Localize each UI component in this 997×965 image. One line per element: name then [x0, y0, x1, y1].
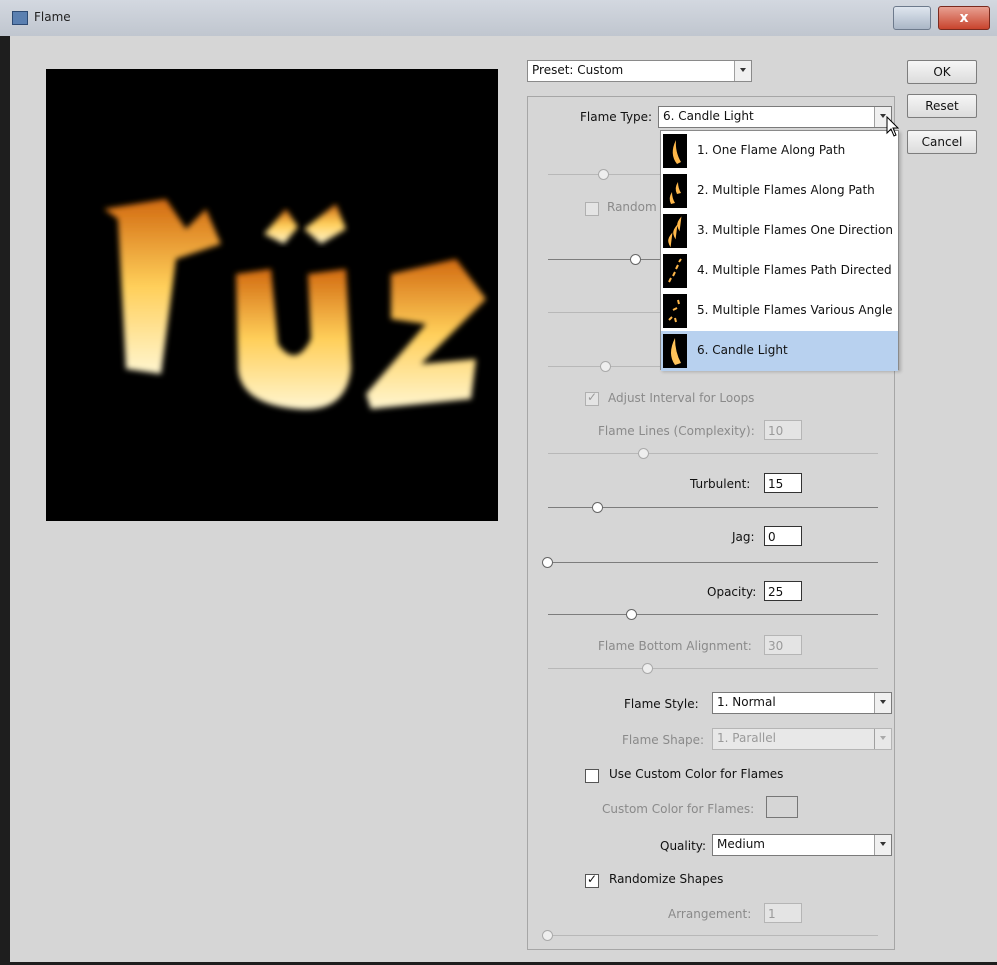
flame-type-value: 6. Candle Light: [663, 109, 754, 123]
flame-dialog: Flame x Preset: Custom OK Reset Cancel F…: [0, 0, 997, 965]
flame-type-dropdown: 1. One Flame Along Path 2. Multiple Flam…: [660, 130, 899, 371]
slider-hidden-4[interactable]: [548, 361, 660, 372]
flame-type-option-5[interactable]: 5. Multiple Flames Various Angle: [661, 291, 898, 331]
randomize-checkbox-partial[interactable]: [585, 202, 599, 216]
flame-bottom-input[interactable]: 30: [764, 635, 802, 655]
flame-type-option-3[interactable]: 3. Multiple Flames One Direction: [661, 211, 898, 251]
flame-lines-label: Flame Lines (Complexity):: [598, 424, 755, 438]
custom-color-field-label: Custom Color for Flames:: [602, 802, 755, 816]
custom-color-label: Use Custom Color for Flames: [609, 767, 784, 781]
flame-type-select[interactable]: 6. Candle Light: [658, 106, 892, 128]
flame-thumbnail-icon: [663, 254, 687, 288]
flame-thumbnail-icon: [663, 134, 687, 168]
flame-bottom-slider[interactable]: [548, 663, 878, 674]
opacity-label: Opacity:: [707, 585, 757, 599]
flame-preview: [46, 69, 498, 521]
flame-shape-label: Flame Shape:: [622, 733, 705, 747]
flame-style-select[interactable]: 1. Normal: [712, 692, 892, 714]
flame-type-option-1[interactable]: 1. One Flame Along Path: [661, 131, 898, 171]
ok-button[interactable]: OK: [907, 60, 977, 84]
chevron-down-icon: [874, 835, 891, 855]
jag-input[interactable]: 0: [764, 526, 802, 546]
flame-style-label: Flame Style:: [624, 697, 699, 711]
randomize-partial-label: Random: [607, 200, 657, 214]
adjust-interval-label: Adjust Interval for Loops: [608, 391, 755, 405]
slider-hidden-2[interactable]: [548, 254, 660, 265]
close-button[interactable]: x: [938, 6, 990, 30]
chevron-down-icon: [874, 729, 891, 749]
quality-label: Quality:: [660, 839, 707, 853]
slider-hidden-3[interactable]: [548, 307, 660, 318]
arrangement-input[interactable]: 1: [764, 903, 802, 923]
dialog-body: Preset: Custom OK Reset Cancel Flame Typ…: [10, 36, 997, 962]
custom-color-swatch[interactable]: [766, 796, 798, 818]
flame-thumbnail-icon: [663, 294, 687, 328]
flame-thumbnail-icon: [663, 214, 687, 248]
slider-hidden-1[interactable]: [548, 169, 660, 180]
flame-shape-value: 1. Parallel: [717, 731, 776, 745]
quality-value: Medium: [717, 837, 765, 851]
flame-thumbnail-icon: [663, 174, 687, 208]
jag-label: Jag:: [732, 530, 755, 544]
app-icon: [12, 11, 28, 25]
flame-type-option-4[interactable]: 4. Multiple Flames Path Directed: [661, 251, 898, 291]
flame-bottom-label: Flame Bottom Alignment:: [598, 639, 752, 653]
flame-thumbnail-icon: [663, 334, 687, 368]
flame-type-label: Flame Type:: [580, 110, 653, 124]
option-label: 6. Candle Light: [697, 343, 788, 357]
turbulent-label: Turbulent:: [690, 477, 751, 491]
flame-text-preview: [104, 199, 486, 410]
title-bar: Flame x: [0, 0, 997, 36]
cancel-button[interactable]: Cancel: [907, 130, 977, 154]
chevron-down-icon: [734, 61, 751, 81]
chevron-down-icon: [874, 693, 891, 713]
adjust-interval-checkbox[interactable]: ✓: [585, 390, 599, 406]
turbulent-slider[interactable]: [548, 502, 878, 513]
arrangement-label: Arrangement:: [668, 907, 752, 921]
restore-button[interactable]: [893, 6, 931, 30]
option-label: 4. Multiple Flames Path Directed: [697, 263, 892, 277]
quality-select[interactable]: Medium: [712, 834, 892, 856]
preset-value: Preset: Custom: [532, 63, 624, 77]
reset-button[interactable]: Reset: [907, 94, 977, 118]
option-label: 2. Multiple Flames Along Path: [697, 183, 875, 197]
jag-slider[interactable]: [542, 557, 878, 568]
option-label: 3. Multiple Flames One Direction: [697, 223, 893, 237]
custom-color-checkbox[interactable]: [585, 769, 599, 783]
arrangement-slider[interactable]: [542, 930, 878, 941]
option-label: 5. Multiple Flames Various Angle: [697, 303, 893, 317]
randomize-shapes-checkbox[interactable]: ✓: [585, 872, 599, 888]
flame-type-option-6[interactable]: 6. Candle Light: [661, 331, 898, 371]
flame-style-value: 1. Normal: [717, 695, 776, 709]
flame-lines-input[interactable]: 10: [764, 420, 802, 440]
mouse-pointer-icon: [886, 116, 900, 137]
turbulent-input[interactable]: 15: [764, 473, 802, 493]
randomize-shapes-label: Randomize Shapes: [609, 872, 724, 886]
opacity-slider[interactable]: [548, 609, 878, 620]
flame-lines-slider[interactable]: [548, 448, 878, 459]
option-label: 1. One Flame Along Path: [697, 143, 846, 157]
opacity-input[interactable]: 25: [764, 581, 802, 601]
preset-select[interactable]: Preset: Custom: [527, 60, 752, 82]
window-title: Flame: [34, 10, 71, 24]
flame-shape-select[interactable]: 1. Parallel: [712, 728, 892, 750]
flame-type-option-2[interactable]: 2. Multiple Flames Along Path: [661, 171, 898, 211]
